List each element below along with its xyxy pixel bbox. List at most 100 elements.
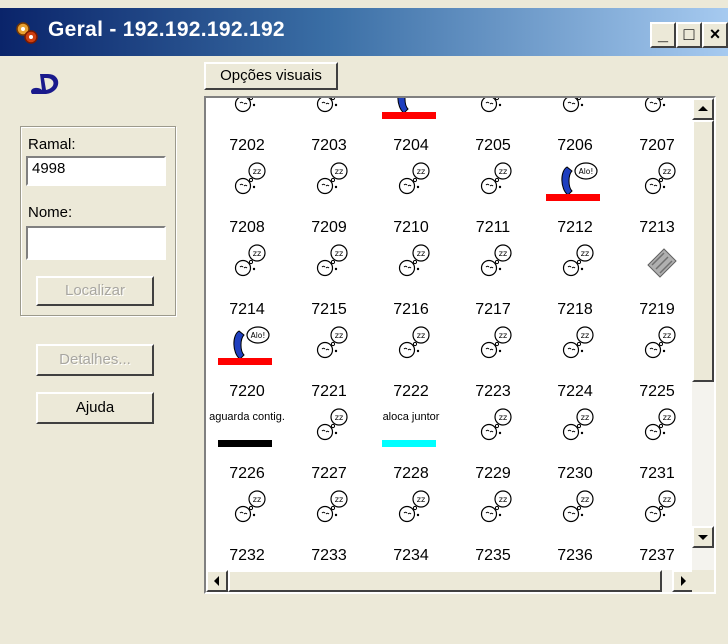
extension-cell-7232[interactable]: 7232zz bbox=[206, 547, 288, 570]
extension-cell-7230[interactable]: 7230 zz bbox=[534, 465, 616, 547]
extension-cell-7209[interactable]: 7209 zz bbox=[288, 219, 370, 301]
extension-cell-7213[interactable]: 7213 bbox=[616, 219, 694, 301]
extension-cell-7215[interactable]: 7215 zz bbox=[288, 301, 370, 383]
find-button[interactable]: Localizar bbox=[36, 276, 154, 306]
extension-cell-7197[interactable]: 7197Alo! bbox=[370, 98, 452, 137]
extension-cell-7224[interactable]: 7224 zz bbox=[534, 383, 616, 465]
extension-cell-7196[interactable]: 7196zz bbox=[288, 98, 370, 137]
nome-field[interactable] bbox=[26, 226, 166, 260]
horizontal-scroll-thumb[interactable] bbox=[228, 570, 662, 592]
extension-number: 7205 bbox=[475, 137, 511, 154]
extension-number: 7212 bbox=[557, 219, 593, 236]
extension-number: 7228 bbox=[393, 465, 429, 482]
extension-cell-7214[interactable]: 7214 Alo! bbox=[206, 301, 288, 383]
close-button[interactable]: × bbox=[702, 22, 728, 48]
extension-grid: 7195zz7196zz7197Alo!7198zz7199zz7201zz72… bbox=[204, 96, 716, 594]
extension-cell-7216[interactable]: 7216 zz bbox=[370, 301, 452, 383]
scroll-right-button[interactable] bbox=[672, 570, 694, 592]
extension-cell-7225[interactable]: 7225 zz bbox=[616, 383, 694, 465]
extension-cell-7207[interactable]: 7207 zz bbox=[616, 137, 694, 219]
extension-cell-7237[interactable]: 7237zz bbox=[616, 547, 694, 570]
extension-cell-7222[interactable]: 7222 aloca juntor bbox=[370, 383, 452, 465]
extension-cell-7220[interactable]: 7220 aguarda contig. bbox=[206, 383, 288, 465]
details-button[interactable]: Detalhes... bbox=[36, 344, 154, 376]
svg-text:zz: zz bbox=[335, 331, 343, 340]
extension-cell-7233[interactable]: 7233 bbox=[288, 547, 370, 570]
svg-text:zz: zz bbox=[417, 331, 425, 340]
vertical-scrollbar[interactable] bbox=[692, 98, 714, 570]
ramal-label: Ramal: bbox=[28, 136, 76, 153]
extension-cell-7231[interactable]: 7231 zz bbox=[616, 465, 694, 547]
scroll-up-button[interactable] bbox=[692, 98, 714, 120]
extension-number: 7233 bbox=[311, 547, 347, 564]
extension-cell-7235[interactable]: 7235Alo! bbox=[452, 547, 534, 570]
extension-cell-7205[interactable]: 7205 zz bbox=[452, 137, 534, 219]
extension-number: 7206 bbox=[557, 137, 593, 154]
extension-cell-7202[interactable]: 7202 zz bbox=[206, 137, 288, 219]
main-window: Geral - 192.192.192.192 _ □ × Opções vis… bbox=[0, 0, 728, 644]
extension-cell-7226[interactable]: 7226 zz bbox=[206, 465, 288, 547]
minimize-button[interactable]: _ bbox=[650, 22, 676, 48]
extension-cell-7218[interactable]: 7218 zz bbox=[534, 301, 616, 383]
extension-cell-7199[interactable]: 7199zz bbox=[534, 98, 616, 137]
extension-cell-7229[interactable]: 7229 zz bbox=[452, 465, 534, 547]
extension-cell-7227[interactable]: 7227 zz bbox=[288, 465, 370, 547]
up-arrow-icon bbox=[698, 106, 708, 111]
extension-cell-7236[interactable]: 7236Alo! bbox=[534, 547, 616, 570]
extension-cell-7203[interactable]: 7203 zz bbox=[288, 137, 370, 219]
horizontal-scrollbar[interactable] bbox=[206, 570, 694, 592]
extension-cell-7208[interactable]: 7208 zz bbox=[206, 219, 288, 301]
extension-number: 7236 bbox=[557, 547, 593, 564]
sleep-icon: zz bbox=[562, 244, 594, 277]
extension-cell-7211[interactable]: 7211 zz bbox=[452, 219, 534, 301]
visual-options-button[interactable]: Opções visuais bbox=[204, 62, 338, 90]
extension-cell-7206[interactable]: 7206 Alo! bbox=[534, 137, 616, 219]
vertical-scroll-thumb[interactable] bbox=[692, 120, 714, 382]
extension-cell-7212[interactable]: 7212 zz bbox=[534, 219, 616, 301]
extension-number: 7232 bbox=[229, 547, 265, 564]
extension-status-text: aloca juntor bbox=[382, 411, 440, 423]
extension-cell-7234[interactable]: 7234zz bbox=[370, 547, 452, 570]
title-bar[interactable]: Geral - 192.192.192.192 _ □ × bbox=[0, 8, 728, 56]
maximize-button[interactable]: □ bbox=[676, 22, 702, 48]
extension-cell-7204[interactable]: 7204 zz bbox=[370, 137, 452, 219]
extension-cell-7198[interactable]: 7198zz bbox=[452, 98, 534, 137]
svg-text:zz: zz bbox=[253, 167, 261, 176]
extension-cell-7223[interactable]: 7223 zz bbox=[452, 383, 534, 465]
sleep-icon: zz bbox=[234, 98, 256, 113]
svg-text:zz: zz bbox=[417, 249, 425, 258]
sleep-icon: zz bbox=[644, 408, 676, 441]
sleep-icon: zz bbox=[316, 326, 348, 359]
sleep-icon: zz bbox=[234, 490, 266, 523]
svg-text:zz: zz bbox=[499, 413, 507, 422]
sleep-icon: zz bbox=[480, 408, 512, 441]
extension-cell-7228[interactable]: 7228 zz bbox=[370, 465, 452, 547]
svg-text:Alo!: Alo! bbox=[579, 167, 594, 176]
extension-number: 7225 bbox=[639, 383, 675, 400]
extension-cell-7219[interactable]: 7219 zz bbox=[616, 301, 694, 383]
svg-text:zz: zz bbox=[499, 495, 507, 504]
extension-cell-7195[interactable]: 7195zz bbox=[206, 98, 288, 137]
sleep-icon: zz bbox=[480, 98, 502, 113]
sleep-icon: zz bbox=[398, 326, 430, 359]
extension-grid-view[interactable]: 7195zz7196zz7197Alo!7198zz7199zz7201zz72… bbox=[206, 98, 694, 570]
left-arrow-icon bbox=[214, 576, 219, 586]
extension-cell-7221[interactable]: 7221 zz bbox=[288, 383, 370, 465]
extension-number: 7213 bbox=[639, 219, 675, 236]
help-button[interactable]: Ajuda bbox=[36, 392, 154, 424]
nome-label: Nome: bbox=[28, 204, 73, 221]
sleep-icon: zz bbox=[398, 244, 430, 277]
scroll-corner bbox=[692, 570, 714, 592]
extension-cell-7217[interactable]: 7217 zz bbox=[452, 301, 534, 383]
scroll-left-button[interactable] bbox=[206, 570, 228, 592]
svg-text:zz: zz bbox=[663, 413, 671, 422]
extension-cell-7201[interactable]: 7201zz bbox=[616, 98, 694, 137]
phone-alo-icon: Alo! bbox=[561, 162, 598, 196]
extension-number: 7211 bbox=[475, 219, 511, 236]
sleep-icon: zz bbox=[234, 244, 266, 277]
svg-text:zz: zz bbox=[417, 167, 425, 176]
extension-cell-7210[interactable]: 7210 zz bbox=[370, 219, 452, 301]
ramal-field[interactable]: 4998 bbox=[26, 156, 166, 186]
scroll-down-button[interactable] bbox=[692, 526, 714, 548]
extension-number: 7237 bbox=[639, 547, 675, 564]
